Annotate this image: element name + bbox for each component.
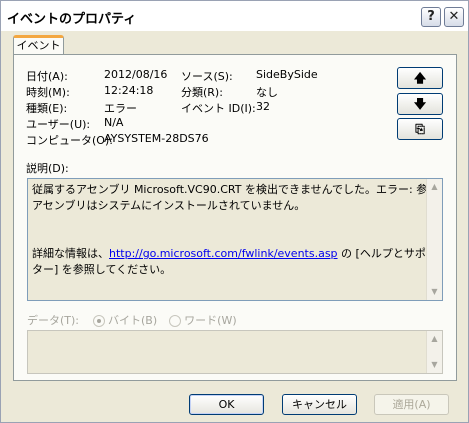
date-label: 日付(A):	[26, 70, 68, 83]
description-line-4: ター] を参照してください。	[32, 263, 172, 276]
type-label: 種類(E):	[26, 102, 68, 115]
description-line-1: 従属するアセンブリ Microsoft.VC90.CRT を検出できませんでした…	[32, 183, 443, 196]
type-value: エラー	[104, 102, 137, 115]
time-value: 12:24:18	[104, 84, 154, 97]
radio-selected-icon	[92, 315, 105, 327]
description-label: 説明(D):	[26, 162, 69, 175]
event-id-label: イベント ID(I):	[181, 102, 256, 115]
words-radio-option[interactable]: ワード(W)	[168, 314, 237, 327]
event-properties-window: イベントのプロパティ ? ✕ イベント 日付(A): 2012/08/16 時刻…	[0, 0, 469, 423]
tab-event[interactable]: イベント	[13, 35, 64, 55]
arrow-down-icon: 🡇	[413, 97, 427, 111]
event-id-value: 32	[256, 100, 270, 113]
description-scrollbar[interactable]: ▲ ▼	[426, 179, 442, 300]
apply-button[interactable]: 適用(A)	[374, 394, 449, 415]
window-title: イベントのプロパティ	[7, 12, 137, 27]
source-value: SideBySide	[256, 68, 318, 81]
cancel-button[interactable]: キャンセル	[282, 394, 357, 415]
date-value: 2012/08/16	[104, 68, 168, 81]
copy-icon: ⎘	[415, 122, 425, 136]
radio-unselected-icon	[168, 315, 181, 327]
help-link[interactable]: http://go.microsoft.com/fwlink/events.as…	[109, 247, 338, 260]
category-label: 分類(R):	[181, 86, 223, 99]
event-panel: 日付(A): 2012/08/16 時刻(M): 12:24:18 種類(E):…	[13, 54, 457, 381]
copy-button[interactable]: ⎘	[397, 118, 443, 140]
scroll-down-arrow-icon[interactable]: ▼	[427, 284, 442, 300]
scroll-up-arrow-icon[interactable]: ▲	[427, 331, 442, 347]
next-event-button[interactable]: 🡇	[397, 93, 443, 115]
data-textbox[interactable]: ▲ ▼	[27, 330, 443, 374]
description-text: 詳細な情報は、	[32, 247, 109, 260]
time-label: 時刻(M):	[26, 86, 70, 99]
help-button[interactable]: ?	[421, 7, 441, 27]
description-textbox[interactable]: 従属するアセンブリ Microsoft.VC90.CRT を検出できませんでした…	[27, 178, 443, 301]
bytes-radio-label: バイト(B)	[108, 314, 158, 327]
description-line-2: アセンブリはシステムにインストールされていません。	[32, 199, 306, 212]
data-scrollbar[interactable]: ▲ ▼	[426, 331, 442, 373]
arrow-up-icon: 🡅	[413, 71, 427, 85]
words-radio-label: ワード(W)	[184, 314, 237, 327]
ok-button[interactable]: OK	[189, 394, 264, 415]
data-format-row: データ(T): バイト(B) ワード(W)	[27, 312, 237, 328]
close-button[interactable]: ✕	[444, 7, 464, 27]
user-label: ユーザー(U):	[26, 118, 91, 131]
computer-value: AYSYSTEM-28DS76	[104, 132, 209, 145]
title-bar: イベントのプロパティ ? ✕	[1, 1, 468, 31]
scroll-down-arrow-icon[interactable]: ▼	[427, 357, 442, 373]
previous-event-button[interactable]: 🡅	[397, 67, 443, 89]
data-label: データ(T):	[27, 314, 80, 327]
computer-label: コンピュータ(O):	[26, 134, 113, 147]
description-line-3: 詳細な情報は、http://go.microsoft.com/fwlink/ev…	[32, 246, 442, 262]
bytes-radio-option[interactable]: バイト(B)	[92, 314, 161, 327]
user-value: N/A	[104, 116, 124, 129]
scroll-up-arrow-icon[interactable]: ▲	[427, 179, 442, 195]
category-value: なし	[256, 86, 278, 99]
source-label: ソース(S):	[181, 70, 233, 83]
